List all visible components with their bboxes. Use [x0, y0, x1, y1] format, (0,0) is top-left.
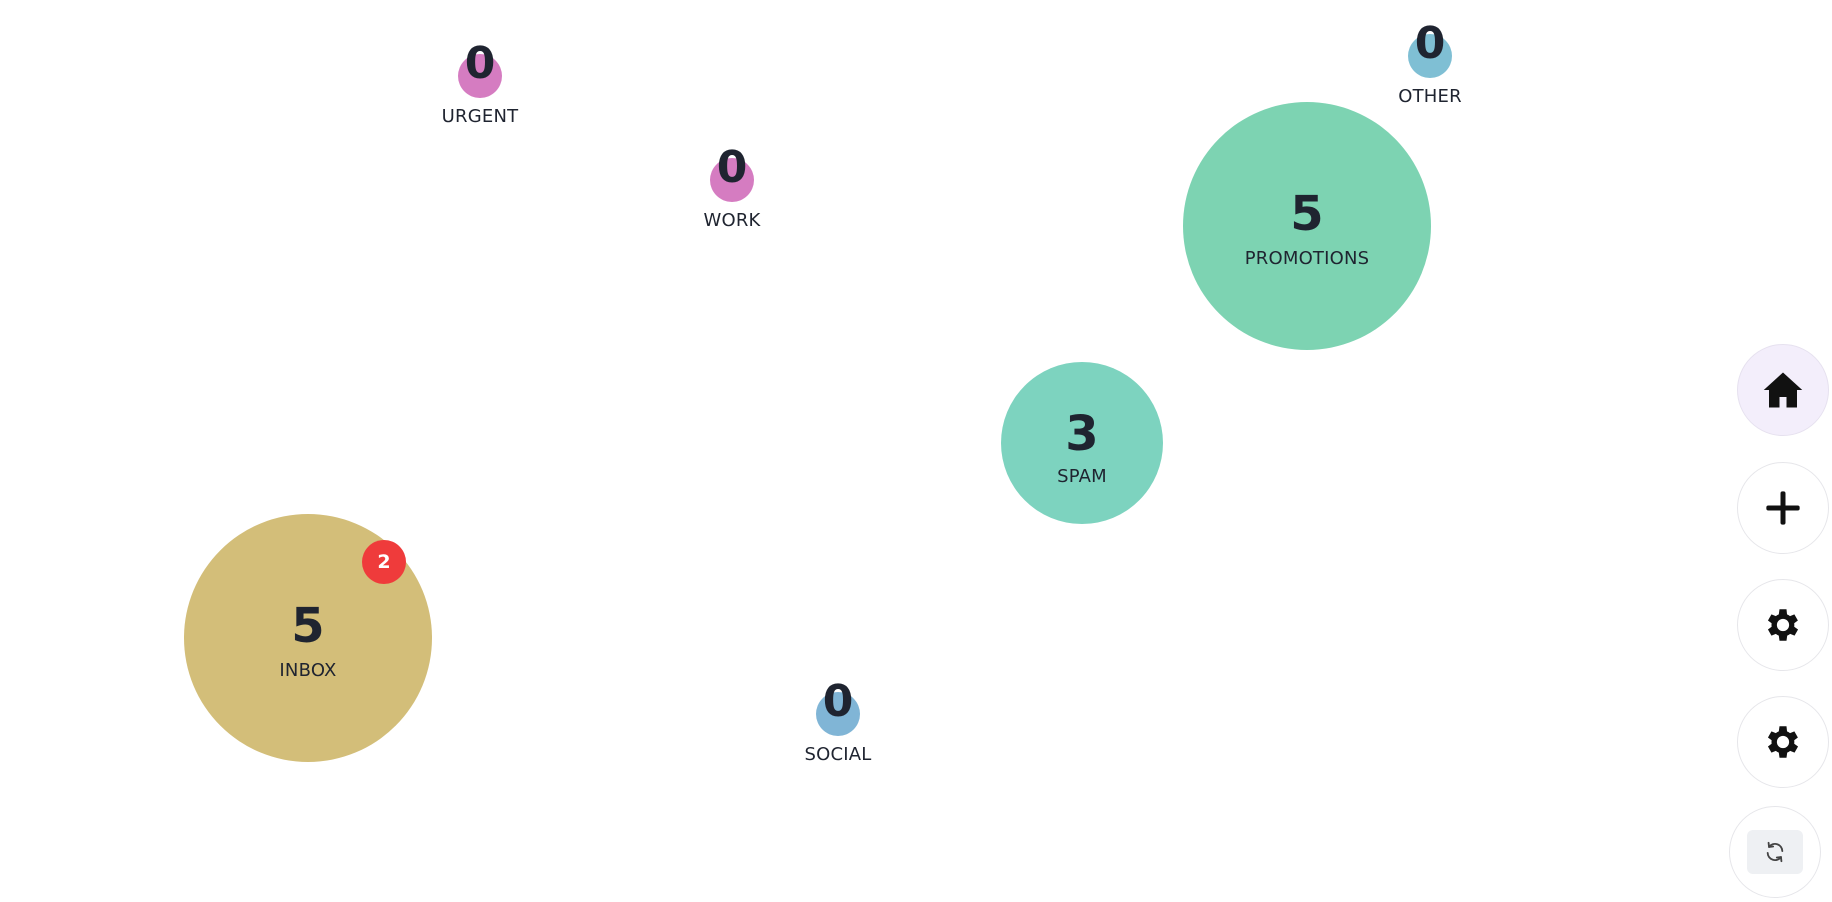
bubble-label: URGENT	[441, 106, 519, 127]
bubble-count: 5	[291, 598, 325, 654]
gear-icon	[1767, 726, 1799, 758]
bubble-count: 0	[1414, 18, 1446, 69]
bubble-promotions[interactable]: 5 PROMOTIONS	[1183, 102, 1431, 350]
bubble-label: INBOX	[279, 660, 337, 681]
settings-secondary-button[interactable]	[1737, 696, 1829, 788]
home-icon	[1763, 372, 1803, 408]
bubble-count: 0	[716, 142, 748, 193]
bubble-work[interactable]: 0 WORK	[703, 146, 760, 232]
bubble-count: 0	[464, 38, 496, 89]
bubble-urgent[interactable]: 0 URGENT	[442, 42, 518, 128]
unread-badge: 2	[362, 540, 406, 584]
bubble-count: 5	[1290, 186, 1324, 242]
bubble-spam[interactable]: 3 SPAM	[1001, 362, 1163, 524]
home-button[interactable]	[1737, 344, 1829, 436]
refresh-icon	[1766, 841, 1784, 863]
bubble-count: 3	[1065, 406, 1099, 462]
bubble-social[interactable]: 0 SOCIAL	[804, 680, 871, 766]
refresh-button-inner	[1747, 830, 1803, 874]
bubble-count: 0	[822, 676, 854, 727]
bubble-other[interactable]: 0 OTHER	[1398, 22, 1461, 108]
bubble-label: SOCIAL	[804, 744, 872, 765]
refresh-button[interactable]	[1729, 806, 1821, 898]
bubble-canvas: 0 URGENT 0 WORK 0 OTHER 5 PROMOTIONS 3 S…	[0, 0, 1832, 902]
bubble-label: OTHER	[1398, 86, 1462, 107]
add-button[interactable]	[1737, 462, 1829, 554]
gear-icon	[1767, 609, 1799, 641]
plus-icon	[1766, 491, 1800, 525]
bubble-label: SPAM	[1057, 466, 1107, 487]
bubble-label: WORK	[703, 210, 761, 231]
bubble-inbox[interactable]: 5 INBOX 2	[184, 514, 432, 762]
bubble-label: PROMOTIONS	[1244, 248, 1370, 269]
settings-button[interactable]	[1737, 579, 1829, 671]
